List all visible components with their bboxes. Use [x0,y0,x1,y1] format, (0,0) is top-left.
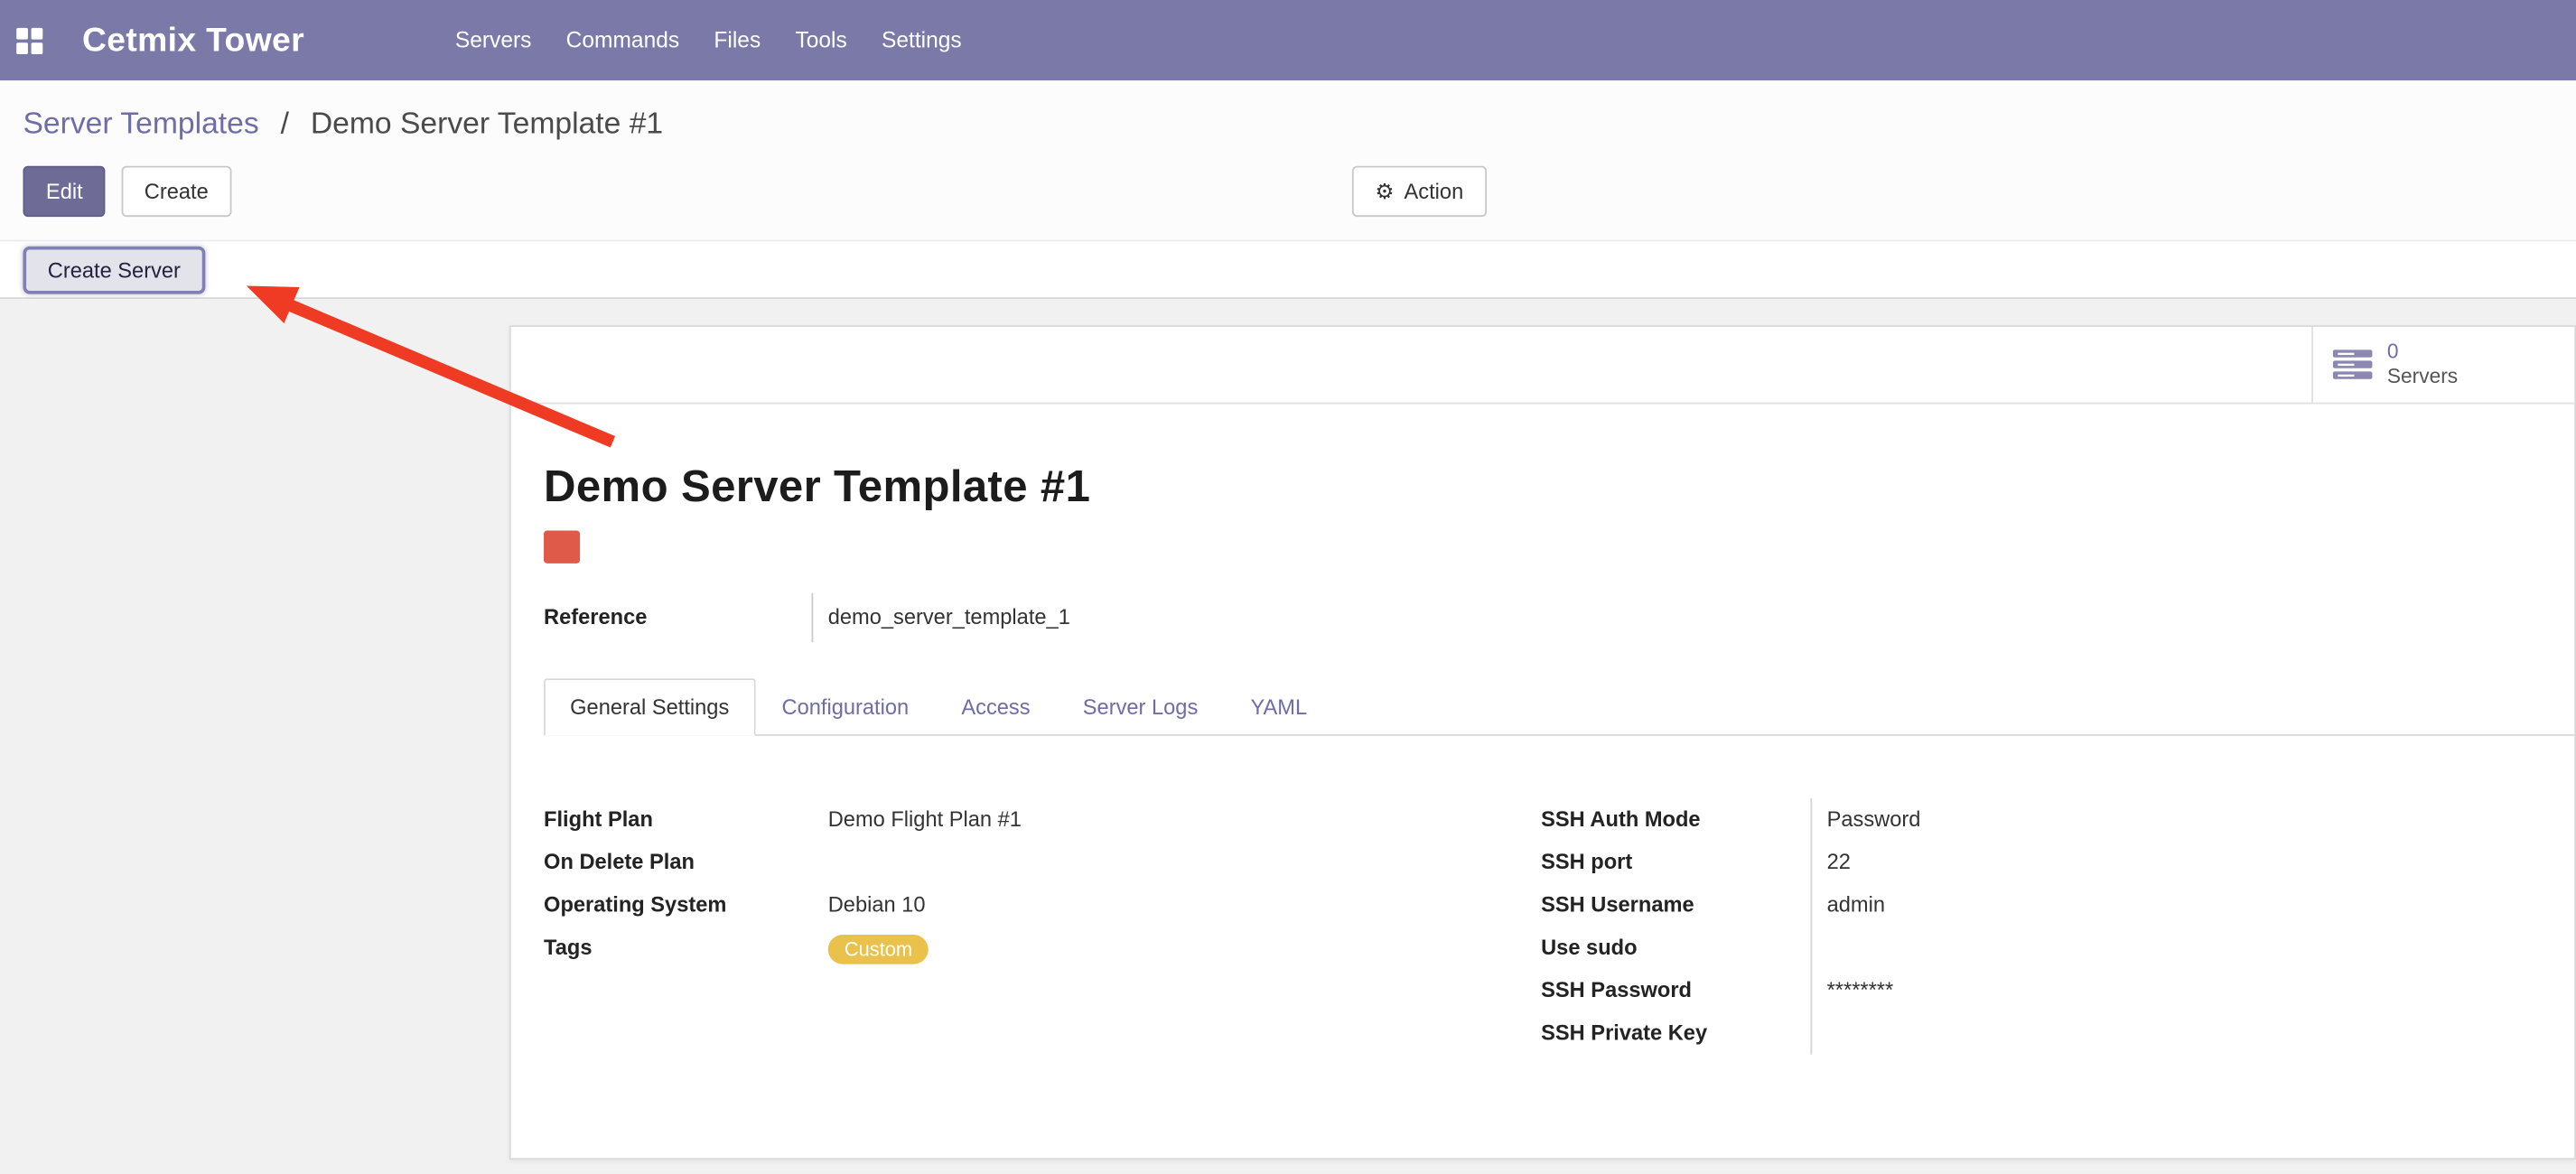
action-button[interactable]: ⚙ Action [1352,166,1487,217]
ssh-port-value: 22 [1827,841,2575,883]
tab-general-settings[interactable]: General Settings [544,678,755,736]
breadcrumb-server-templates[interactable]: Server Templates [23,105,258,139]
reference-value: demo_server_template_1 [812,593,1070,643]
color-tag-swatch [544,530,580,563]
reference-field: Reference demo_server_template_1 [544,593,2574,643]
operating-system-value[interactable]: Debian 10 [828,884,1513,927]
tag-custom: Custom [828,934,929,964]
group-left-values: Demo Flight Plan #1 Debian 10 Custom [828,798,1513,1055]
control-panel: Server Templates / Demo Server Template … [0,80,2576,239]
servers-count-label: Servers [2387,365,2458,389]
create-server-button[interactable]: Create Server [23,246,205,294]
reference-label: Reference [544,593,811,643]
group-right-labels: SSH Auth Mode SSH port SSH Username Use … [1541,798,1810,1055]
tab-server-logs[interactable]: Server Logs [1057,678,1225,736]
flight-plan-value[interactable]: Demo Flight Plan #1 [828,798,1513,841]
servers-stack-icon [2333,349,2373,381]
ssh-username-value: admin [1827,884,2575,927]
servers-count: 0 [2387,340,2399,365]
field-groups: Flight Plan On Delete Plan Operating Sys… [544,798,2574,1055]
tags-value: Custom [828,927,1513,969]
group-right: SSH Auth Mode SSH port SSH Username Use … [1541,798,2574,1055]
menu-settings[interactable]: Settings [882,28,962,52]
apps-grid-icon[interactable] [16,27,42,53]
statusbar: Create Server [0,240,2576,299]
app-brand[interactable]: Cetmix Tower [82,21,304,61]
group-left-labels: Flight Plan On Delete Plan Operating Sys… [544,798,828,1055]
top-menu: Servers Commands Files Tools Settings [455,28,962,52]
menu-files[interactable]: Files [714,28,761,52]
on-delete-plan-value [828,841,1513,883]
ssh-username-label: SSH Username [1541,884,1810,927]
ssh-port-label: SSH port [1541,841,1810,883]
ssh-auth-mode-value: Password [1827,798,2575,841]
on-delete-plan-label: On Delete Plan [544,841,828,883]
create-button[interactable]: Create [121,166,231,217]
use-sudo-label: Use sudo [1541,927,1810,969]
ssh-password-label: SSH Password [1541,969,1810,1011]
button-box: 0 Servers [511,327,2575,404]
menu-commands[interactable]: Commands [566,28,680,52]
operating-system-label: Operating System [544,884,828,927]
flight-plan-label: Flight Plan [544,798,828,841]
tab-yaml[interactable]: YAML [1224,678,1333,736]
tab-configuration[interactable]: Configuration [755,678,935,736]
breadcrumb-current: Demo Server Template #1 [311,105,663,139]
gear-icon: ⚙ [1375,181,1394,202]
top-navbar: Cetmix Tower Servers Commands Files Tool… [0,0,2576,80]
use-sudo-value [1827,927,2575,969]
menu-servers[interactable]: Servers [455,28,532,52]
breadcrumb-separator: / [281,105,289,139]
screen: Cetmix Tower Servers Commands Files Tool… [0,0,2576,1174]
servers-stat-button[interactable]: 0 Servers [2311,327,2574,403]
ssh-auth-mode-label: SSH Auth Mode [1541,798,1810,841]
ssh-private-key-label: SSH Private Key [1541,1011,1810,1054]
action-button-label: Action [1405,179,1464,203]
notebook-tabs: General Settings Configuration Access Se… [544,678,2574,736]
ssh-password-value: ******** [1827,969,2575,1011]
control-panel-buttons: Edit Create ⚙ Action [23,166,2576,217]
servers-stat-text: 0 Servers [2387,340,2458,390]
breadcrumb: Server Templates / Demo Server Template … [0,80,2576,144]
ssh-private-key-value [1827,1011,2575,1054]
tags-label: Tags [544,927,828,969]
content-area: 0 Servers Demo Server Template #1 Refere… [0,299,2576,1173]
edit-button[interactable]: Edit [23,166,106,217]
record-title: Demo Server Template #1 [544,461,2574,512]
tab-access[interactable]: Access [935,678,1056,736]
group-right-values: Password 22 admin ******** [1810,798,2574,1055]
menu-tools[interactable]: Tools [795,28,846,52]
form-sheet: 0 Servers Demo Server Template #1 Refere… [509,325,2576,1160]
group-left: Flight Plan On Delete Plan Operating Sys… [544,798,1513,1055]
